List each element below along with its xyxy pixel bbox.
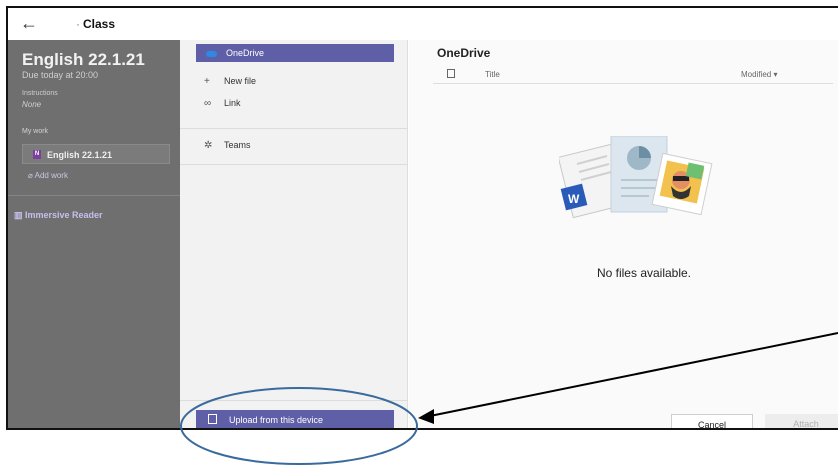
column-title[interactable]: Title: [485, 70, 500, 79]
immersive-reader-button[interactable]: ▥ Immersive Reader: [14, 210, 103, 221]
source-picker-panel: OneDrive + New file ∞ Link ✲ Teams Upload f…: [180, 40, 408, 428]
breadcrumb-separator: ·: [76, 17, 80, 31]
plus-icon: +: [204, 76, 210, 87]
assignment-title: English 22.1.21: [22, 50, 145, 69]
source-item-label: New file: [224, 76, 257, 86]
work-item-label: English 22.1.21: [47, 150, 113, 160]
teams-icon: ✲: [204, 140, 213, 151]
empty-state-message: No files available.: [596, 266, 692, 280]
instructions-value: None: [22, 100, 42, 109]
source-item-label: Link: [224, 98, 241, 108]
due-date: Due today at 20:00: [22, 70, 99, 80]
paperclip-icon: ⌀: [28, 171, 35, 180]
instructions-label: Instructions: [22, 90, 58, 97]
source-item-label: OneDrive: [226, 48, 265, 58]
photo-icon: [651, 152, 713, 216]
divider: [180, 128, 408, 129]
cancel-button[interactable]: Cancel: [671, 414, 753, 428]
empty-folder-illustration: W: [559, 136, 713, 219]
my-work-label: My work: [22, 128, 49, 135]
column-modified[interactable]: Modified ▾: [741, 70, 777, 79]
source-item-onedrive[interactable]: OneDrive: [196, 44, 394, 62]
file-browser-heading: OneDrive: [437, 46, 491, 60]
add-work-label: Add work: [34, 171, 68, 180]
back-arrow-icon[interactable]: ←: [20, 13, 38, 34]
immersive-reader-label: Immersive Reader: [25, 210, 103, 220]
source-item-link[interactable]: ∞ Link: [204, 98, 241, 109]
file-list-header: Title Modified ▾: [433, 62, 833, 84]
divider: [8, 195, 180, 196]
breadcrumb: · Class: [76, 17, 115, 31]
svg-text:W: W: [568, 192, 580, 206]
source-item-label: Teams: [224, 140, 251, 150]
attach-button[interactable]: Attach: [765, 414, 838, 428]
add-work-link[interactable]: ⌀ Add work: [28, 171, 68, 180]
immersive-reader-icon: ▥: [14, 210, 26, 220]
divider: [180, 164, 408, 165]
work-item[interactable]: N English 22.1.21: [22, 144, 170, 164]
upload-label: Upload from this device: [229, 415, 324, 425]
assignment-details-panel: English 22.1.21 Due today at 20:00 Instr…: [8, 40, 180, 428]
divider: [180, 400, 408, 401]
file-browser-panel: OneDrive Title Modified ▾ W No files ava…: [409, 40, 838, 428]
onenote-icon: N: [33, 150, 41, 159]
link-icon: ∞: [204, 98, 212, 109]
top-bar: ← · Class: [8, 8, 838, 40]
upload-from-device-button[interactable]: Upload from this device: [196, 410, 394, 428]
file-type-icon: [447, 69, 455, 78]
cloud-icon: [206, 50, 217, 57]
source-item-teams[interactable]: ✲ Teams: [204, 140, 251, 151]
upload-icon: [208, 414, 217, 424]
source-item-new-file[interactable]: + New file: [204, 76, 256, 87]
teams-assignment-window: ← · Class English 22.1.21 Due today at 20…: [6, 6, 838, 430]
class-title[interactable]: Class: [83, 17, 115, 31]
